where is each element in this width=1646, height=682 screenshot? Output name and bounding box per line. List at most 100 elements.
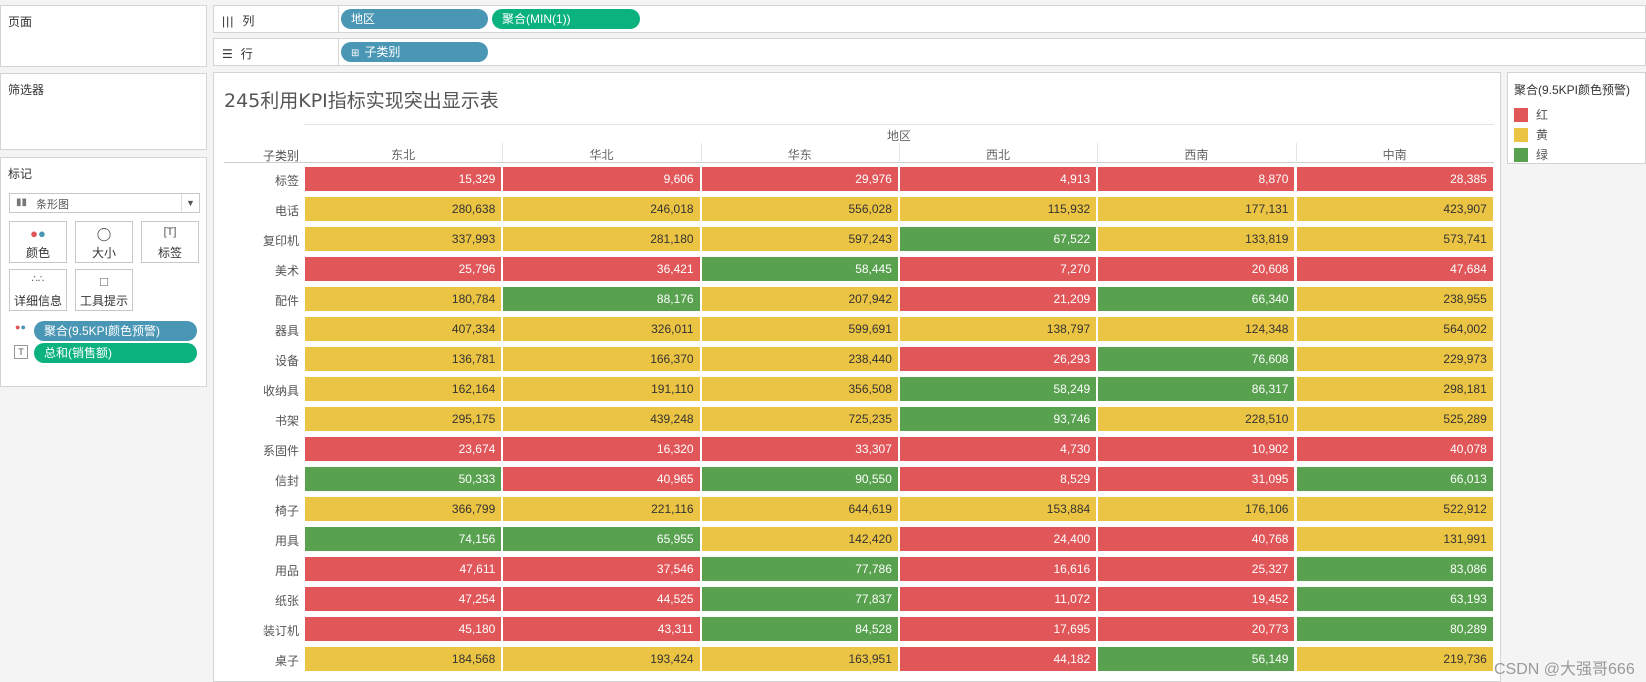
table-cell[interactable]: 597,243 — [701, 227, 898, 251]
table-cell[interactable]: 162,164 — [305, 377, 502, 401]
table-cell[interactable]: 50,333 — [305, 467, 502, 491]
table-cell[interactable]: 10,902 — [1098, 437, 1295, 461]
table-cell[interactable]: 76,608 — [1098, 347, 1295, 371]
legend-item-red[interactable]: 红 — [1514, 106, 1548, 123]
size-button[interactable]: ◯ 大小 — [75, 221, 133, 263]
table-cell[interactable]: 238,955 — [1296, 287, 1493, 311]
table-cell[interactable]: 163,951 — [701, 647, 898, 671]
table-cell[interactable]: 21,209 — [899, 287, 1097, 311]
table-cell[interactable]: 86,317 — [1098, 377, 1295, 401]
color-field-pill[interactable]: 聚合(9.5KPI颜色预警) — [34, 321, 197, 341]
label-field-pill[interactable]: 总和(销售额) — [34, 343, 197, 363]
table-cell[interactable]: 16,320 — [503, 437, 700, 461]
table-cell[interactable]: 219,736 — [1296, 647, 1493, 671]
table-cell[interactable]: 599,691 — [701, 317, 898, 341]
table-cell[interactable]: 65,955 — [503, 527, 700, 551]
filters-card[interactable]: 筛选器 — [0, 73, 207, 150]
table-cell[interactable]: 9,606 — [503, 167, 700, 191]
table-cell[interactable]: 8,529 — [899, 467, 1097, 491]
table-cell[interactable]: 40,078 — [1296, 437, 1493, 461]
table-cell[interactable]: 47,611 — [305, 557, 502, 581]
table-cell[interactable]: 4,730 — [899, 437, 1097, 461]
table-cell[interactable]: 7,270 — [899, 257, 1097, 281]
table-cell[interactable]: 58,249 — [899, 377, 1097, 401]
table-cell[interactable]: 33,307 — [701, 437, 898, 461]
table-cell[interactable]: 66,340 — [1098, 287, 1295, 311]
table-cell[interactable]: 84,528 — [701, 617, 898, 641]
table-cell[interactable]: 8,870 — [1098, 167, 1295, 191]
table-cell[interactable]: 16,616 — [899, 557, 1097, 581]
table-cell[interactable]: 4,913 — [899, 167, 1097, 191]
mark-type-select[interactable]: ▮▮ 条形图 ▼ — [9, 193, 200, 213]
label-button[interactable]: [T] 标签 — [141, 221, 199, 263]
table-cell[interactable]: 56,149 — [1098, 647, 1295, 671]
table-cell[interactable]: 407,334 — [305, 317, 502, 341]
table-cell[interactable]: 88,176 — [503, 287, 700, 311]
table-cell[interactable]: 191,110 — [503, 377, 700, 401]
table-cell[interactable]: 136,781 — [305, 347, 502, 371]
table-cell[interactable]: 47,684 — [1296, 257, 1493, 281]
table-cell[interactable]: 131,991 — [1296, 527, 1493, 551]
table-cell[interactable]: 37,546 — [503, 557, 700, 581]
table-cell[interactable]: 66,013 — [1296, 467, 1493, 491]
tooltip-button[interactable]: □ 工具提示 — [75, 269, 133, 311]
table-cell[interactable]: 281,180 — [503, 227, 700, 251]
table-cell[interactable]: 26,293 — [899, 347, 1097, 371]
table-cell[interactable]: 133,819 — [1098, 227, 1295, 251]
table-cell[interactable]: 29,976 — [701, 167, 898, 191]
pages-card[interactable]: 页面 — [0, 5, 207, 67]
table-cell[interactable]: 207,942 — [701, 287, 898, 311]
table-cell[interactable]: 20,608 — [1098, 257, 1295, 281]
table-cell[interactable]: 90,550 — [701, 467, 898, 491]
table-cell[interactable]: 15,329 — [305, 167, 502, 191]
table-cell[interactable]: 77,837 — [701, 587, 898, 611]
table-cell[interactable]: 20,773 — [1098, 617, 1295, 641]
table-cell[interactable]: 40,965 — [503, 467, 700, 491]
table-cell[interactable]: 573,741 — [1296, 227, 1493, 251]
table-cell[interactable]: 31,095 — [1098, 467, 1295, 491]
table-cell[interactable]: 40,768 — [1098, 527, 1295, 551]
table-cell[interactable]: 28,385 — [1296, 167, 1493, 191]
table-cell[interactable]: 439,248 — [503, 407, 700, 431]
table-cell[interactable]: 356,508 — [701, 377, 898, 401]
table-cell[interactable]: 142,420 — [701, 527, 898, 551]
table-cell[interactable]: 295,175 — [305, 407, 502, 431]
table-cell[interactable]: 25,796 — [305, 257, 502, 281]
table-cell[interactable]: 93,746 — [899, 407, 1097, 431]
table-cell[interactable]: 45,180 — [305, 617, 502, 641]
table-cell[interactable]: 166,370 — [503, 347, 700, 371]
table-cell[interactable]: 176,106 — [1098, 497, 1295, 521]
table-cell[interactable]: 522,912 — [1296, 497, 1493, 521]
table-cell[interactable]: 326,011 — [503, 317, 700, 341]
table-cell[interactable]: 17,695 — [899, 617, 1097, 641]
table-cell[interactable]: 298,181 — [1296, 377, 1493, 401]
table-cell[interactable]: 24,400 — [899, 527, 1097, 551]
table-cell[interactable]: 564,002 — [1296, 317, 1493, 341]
table-cell[interactable]: 58,445 — [701, 257, 898, 281]
column-pill-aggregate[interactable]: 聚合(MIN(1)) — [492, 9, 640, 29]
table-cell[interactable]: 80,289 — [1296, 617, 1493, 641]
table-cell[interactable]: 83,086 — [1296, 557, 1493, 581]
table-cell[interactable]: 184,568 — [305, 647, 502, 671]
table-cell[interactable]: 77,786 — [701, 557, 898, 581]
table-cell[interactable]: 23,674 — [305, 437, 502, 461]
table-cell[interactable]: 725,235 — [701, 407, 898, 431]
table-cell[interactable]: 44,182 — [899, 647, 1097, 671]
chevron-down-icon[interactable]: ▼ — [181, 194, 199, 212]
table-cell[interactable]: 280,638 — [305, 197, 502, 221]
legend-item-green[interactable]: 绿 — [1514, 146, 1548, 163]
table-cell[interactable]: 366,799 — [305, 497, 502, 521]
legend-item-yellow[interactable]: 黄 — [1514, 126, 1548, 143]
column-pill-region[interactable]: 地区 — [341, 9, 488, 29]
table-cell[interactable]: 74,156 — [305, 527, 502, 551]
table-cell[interactable]: 124,348 — [1098, 317, 1295, 341]
table-cell[interactable]: 221,116 — [503, 497, 700, 521]
table-cell[interactable]: 228,510 — [1098, 407, 1295, 431]
table-cell[interactable]: 153,884 — [899, 497, 1097, 521]
table-cell[interactable]: 11,072 — [899, 587, 1097, 611]
table-cell[interactable]: 556,028 — [701, 197, 898, 221]
color-button[interactable]: ●● 颜色 — [9, 221, 67, 263]
detail-button[interactable]: ∴∴ 详细信息 — [9, 269, 67, 311]
table-cell[interactable]: 36,421 — [503, 257, 700, 281]
table-cell[interactable]: 193,424 — [503, 647, 700, 671]
